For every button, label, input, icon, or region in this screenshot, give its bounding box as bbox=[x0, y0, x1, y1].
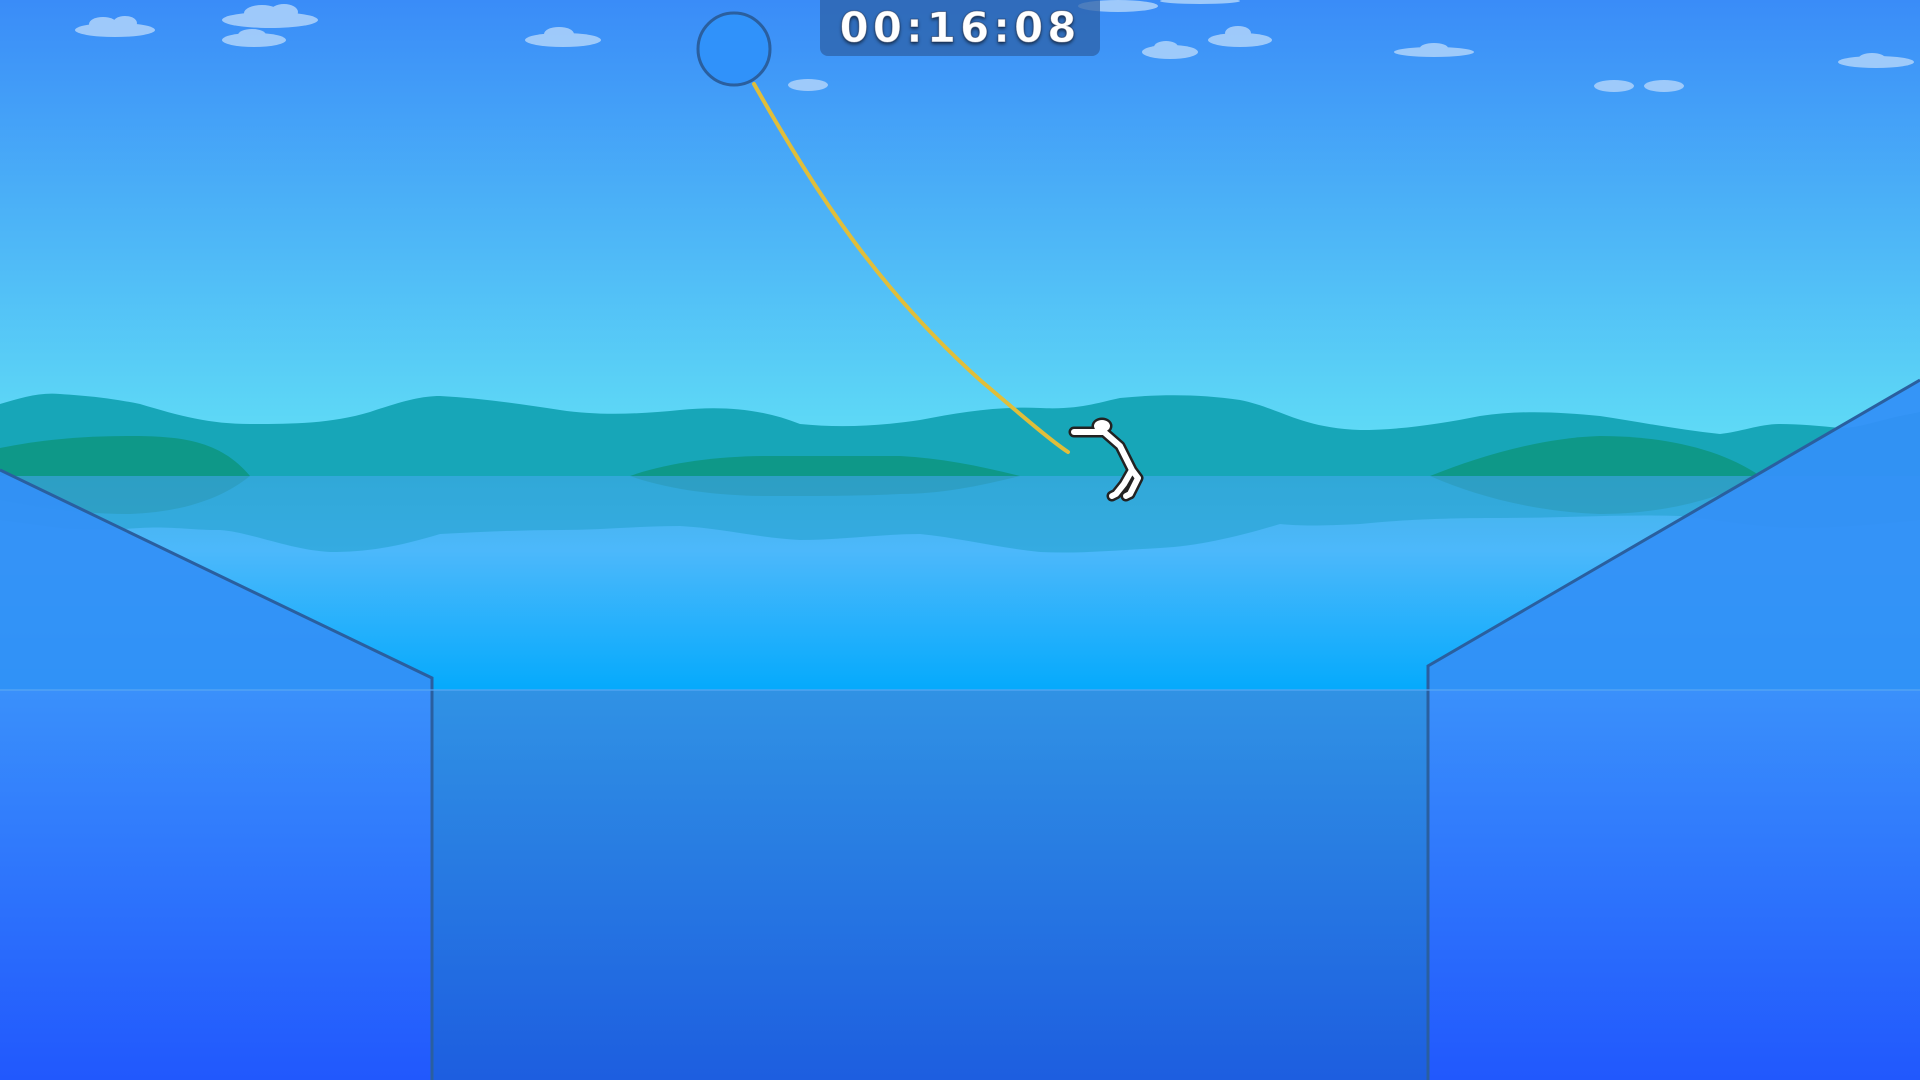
water-pit bbox=[430, 690, 1428, 1080]
cloud bbox=[788, 79, 828, 91]
cloud bbox=[1644, 80, 1684, 92]
right-ramp-base bbox=[1428, 690, 1920, 1080]
left-ramp-base bbox=[0, 690, 432, 1080]
cloud bbox=[1594, 80, 1634, 92]
sky bbox=[0, 0, 1920, 480]
race-timer: 00:16:08 bbox=[820, 0, 1100, 56]
game-scene bbox=[0, 0, 1920, 1080]
grapple-anchor bbox=[696, 11, 772, 87]
